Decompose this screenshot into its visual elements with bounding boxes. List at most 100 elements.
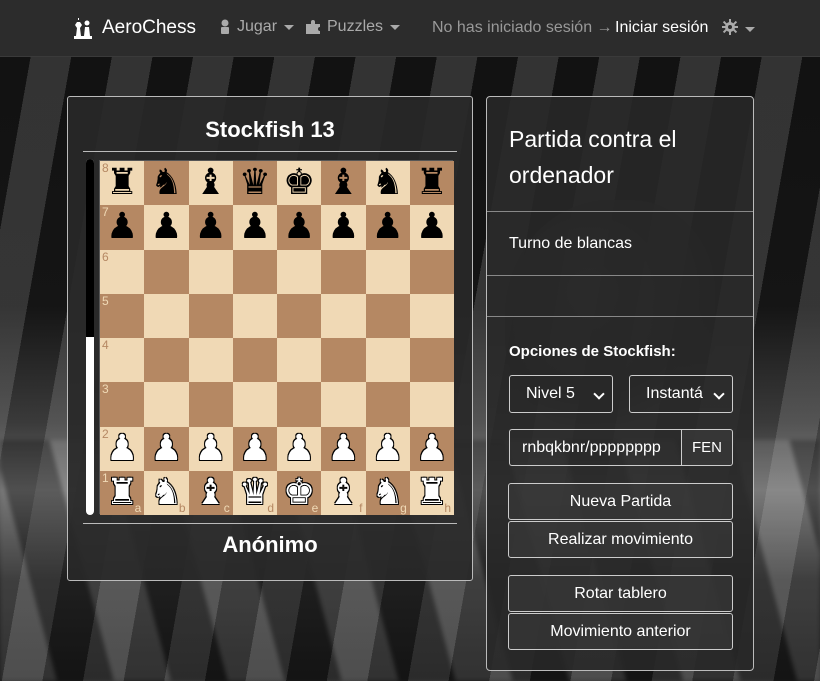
square-d7[interactable]: ♟ <box>232 205 277 250</box>
square-c3[interactable] <box>188 382 233 427</box>
square-e4[interactable] <box>277 338 322 383</box>
square-a8[interactable]: 8 ♜ <box>100 161 145 206</box>
square-h4[interactable] <box>409 338 454 383</box>
square-a6[interactable]: 6 <box>100 249 145 294</box>
white-queen-icon[interactable]: ♛ <box>239 474 271 511</box>
square-f5[interactable] <box>321 293 366 338</box>
square-h3[interactable] <box>409 382 454 427</box>
square-a3[interactable]: 3 <box>100 382 145 427</box>
white-bishop-icon[interactable]: ♝ <box>194 474 226 511</box>
brand-link[interactable]: AeroChess <box>72 16 196 40</box>
white-knight-icon[interactable]: ♞ <box>371 474 403 511</box>
black-pawn-icon[interactable]: ♟ <box>150 209 182 245</box>
square-g7[interactable]: ♟ <box>365 205 410 250</box>
black-knight-icon[interactable]: ♞ <box>150 165 182 201</box>
white-pawn-icon[interactable]: ♟ <box>283 430 315 467</box>
square-g3[interactable] <box>365 382 410 427</box>
settings-menu[interactable] <box>722 19 755 40</box>
black-pawn-icon[interactable]: ♟ <box>371 209 403 245</box>
square-f2[interactable]: ♟ <box>321 426 366 471</box>
square-g8[interactable]: ♞ <box>365 161 410 206</box>
square-a5[interactable]: 5 <box>100 293 145 338</box>
white-pawn-icon[interactable]: ♟ <box>150 430 182 467</box>
black-pawn-icon[interactable]: ♟ <box>327 209 359 245</box>
play-menu[interactable]: Jugar <box>219 18 295 36</box>
square-h1[interactable]: h ♜ <box>409 470 454 515</box>
black-bishop-icon[interactable]: ♝ <box>327 165 359 201</box>
white-pawn-icon[interactable]: ♟ <box>371 430 403 467</box>
square-f1[interactable]: f ♝ <box>321 470 366 515</box>
new-game-button[interactable]: Nueva Partida <box>508 483 733 520</box>
square-d8[interactable]: ♛ <box>232 161 277 206</box>
white-bishop-icon[interactable]: ♝ <box>327 474 359 511</box>
square-c1[interactable]: c ♝ <box>188 470 233 515</box>
square-g2[interactable]: ♟ <box>365 426 410 471</box>
square-a7[interactable]: 7 ♟ <box>100 205 145 250</box>
square-h7[interactable]: ♟ <box>409 205 454 250</box>
square-b1[interactable]: b ♞ <box>144 470 189 515</box>
black-rook-icon[interactable]: ♜ <box>416 165 448 201</box>
black-bishop-icon[interactable]: ♝ <box>194 165 226 201</box>
white-knight-icon[interactable]: ♞ <box>150 474 182 511</box>
square-g4[interactable] <box>365 338 410 383</box>
square-e1[interactable]: e ♚ <box>277 470 322 515</box>
square-g5[interactable] <box>365 293 410 338</box>
square-b6[interactable] <box>144 249 189 294</box>
square-d5[interactable] <box>232 293 277 338</box>
white-pawn-icon[interactable]: ♟ <box>327 430 359 467</box>
square-c8[interactable]: ♝ <box>188 161 233 206</box>
square-e2[interactable]: ♟ <box>277 426 322 471</box>
black-pawn-icon[interactable]: ♟ <box>283 209 315 245</box>
square-c2[interactable]: ♟ <box>188 426 233 471</box>
square-c4[interactable] <box>188 338 233 383</box>
black-rook-icon[interactable]: ♜ <box>106 165 138 201</box>
square-f6[interactable] <box>321 249 366 294</box>
black-pawn-icon[interactable]: ♟ <box>194 209 226 245</box>
speed-select[interactable]: Instantá <box>629 375 733 413</box>
square-d1[interactable]: d ♛ <box>232 470 277 515</box>
square-d3[interactable] <box>232 382 277 427</box>
make-move-button[interactable]: Realizar movimiento <box>508 521 733 558</box>
square-g6[interactable] <box>365 249 410 294</box>
square-c7[interactable]: ♟ <box>188 205 233 250</box>
square-e8[interactable]: ♚ <box>277 161 322 206</box>
white-pawn-icon[interactable]: ♟ <box>416 430 448 467</box>
square-h2[interactable]: ♟ <box>409 426 454 471</box>
square-h8[interactable]: ♜ <box>409 161 454 206</box>
chess-board[interactable]: 8 ♜ ♞ ♝ ♛ ♚ ♝ ♞ ♜ 7 ♟ ♟ ♟ ♟ ♟ ♟ ♟ ♟ 6 5 4 3 2 ♟ ♟ ♟ ♟ ♟ ♟ ♟ ♟ 1 a ♜ b ♞ c ♝ d ♛… <box>99 160 454 515</box>
white-rook-icon[interactable]: ♜ <box>106 474 138 511</box>
square-b2[interactable]: ♟ <box>144 426 189 471</box>
white-king-icon[interactable]: ♚ <box>283 474 315 511</box>
fen-input[interactable]: rnbqkbnr/pppppppp <box>509 429 681 466</box>
white-pawn-icon[interactable]: ♟ <box>106 430 138 467</box>
square-b7[interactable]: ♟ <box>144 205 189 250</box>
level-select[interactable]: Nivel 5 <box>509 375 613 413</box>
square-d6[interactable] <box>232 249 277 294</box>
square-f7[interactable]: ♟ <box>321 205 366 250</box>
square-f4[interactable] <box>321 338 366 383</box>
square-c5[interactable] <box>188 293 233 338</box>
square-b4[interactable] <box>144 338 189 383</box>
square-a4[interactable]: 4 <box>100 338 145 383</box>
square-c6[interactable] <box>188 249 233 294</box>
white-pawn-icon[interactable]: ♟ <box>239 430 271 467</box>
puzzles-menu[interactable]: Puzzles <box>305 18 401 36</box>
previous-move-button[interactable]: Movimiento anterior <box>508 613 733 650</box>
black-pawn-icon[interactable]: ♟ <box>106 209 138 245</box>
square-b5[interactable] <box>144 293 189 338</box>
square-h5[interactable] <box>409 293 454 338</box>
square-e3[interactable] <box>277 382 322 427</box>
login-link[interactable]: Iniciar sesión <box>615 19 708 37</box>
black-knight-icon[interactable]: ♞ <box>371 165 403 201</box>
square-e5[interactable] <box>277 293 322 338</box>
square-a2[interactable]: 2 ♟ <box>100 426 145 471</box>
square-b3[interactable] <box>144 382 189 427</box>
fen-button[interactable]: FEN <box>681 429 733 466</box>
white-rook-icon[interactable]: ♜ <box>416 474 448 511</box>
square-e6[interactable] <box>277 249 322 294</box>
square-d2[interactable]: ♟ <box>232 426 277 471</box>
square-d4[interactable] <box>232 338 277 383</box>
black-king-icon[interactable]: ♚ <box>283 165 315 201</box>
square-f8[interactable]: ♝ <box>321 161 366 206</box>
square-a1[interactable]: 1 a ♜ <box>100 470 145 515</box>
